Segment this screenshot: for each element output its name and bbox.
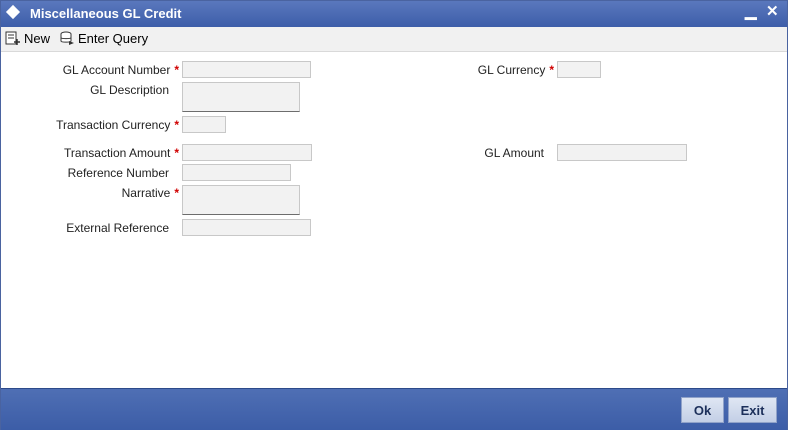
transaction-amount-label: Transaction Amount * (64, 146, 179, 160)
window-diamond-icon (5, 4, 21, 20)
enter-query-button[interactable]: Enter Query (59, 29, 148, 47)
transaction-currency-input[interactable] (182, 116, 226, 133)
required-marker: * (174, 146, 179, 160)
toolbar: New Enter Query (1, 27, 787, 52)
exit-button[interactable]: Exit (728, 397, 777, 423)
close-icon[interactable]: ✕ (766, 4, 779, 20)
new-button-label: New (24, 30, 51, 46)
gl-currency-input[interactable] (557, 61, 601, 78)
window-title: Miscellaneous GL Credit (30, 6, 182, 21)
new-button[interactable]: New (5, 29, 50, 47)
gl-amount-label: GL Amount (484, 146, 544, 160)
narrative-field[interactable] (182, 185, 300, 215)
reference-number-field (182, 164, 291, 181)
gl-description-label: GL Description (90, 83, 169, 97)
gl-account-number-label: GL Account Number * (62, 63, 179, 77)
title-bar: Miscellaneous GL Credit ▁ ✕ (1, 1, 787, 27)
gl-description-field[interactable] (182, 82, 300, 112)
ok-button[interactable]: Ok (681, 397, 724, 423)
query-db-icon (60, 31, 74, 45)
transaction-currency-label: Transaction Currency * (56, 118, 179, 132)
enter-query-label: Enter Query (78, 30, 149, 46)
reference-number-label: Reference Number (67, 166, 169, 180)
external-reference-input[interactable] (182, 219, 311, 236)
footer-bar: Ok Exit (1, 388, 787, 430)
required-marker: * (174, 186, 179, 200)
narrative-label: Narrative * (121, 186, 179, 200)
required-marker: * (174, 118, 179, 132)
transaction-amount-input[interactable] (182, 144, 312, 161)
external-reference-label: External Reference (66, 221, 169, 235)
required-marker: * (174, 63, 179, 77)
new-doc-icon (5, 31, 20, 45)
gl-account-number-input[interactable] (182, 61, 311, 78)
minimize-icon[interactable]: ▁ (745, 4, 757, 20)
window: Miscellaneous GL Credit ▁ ✕ New Enter Qu… (0, 0, 788, 430)
gl-amount-field (557, 144, 687, 161)
gl-currency-label: GL Currency * (477, 63, 554, 77)
required-marker: * (549, 63, 554, 77)
